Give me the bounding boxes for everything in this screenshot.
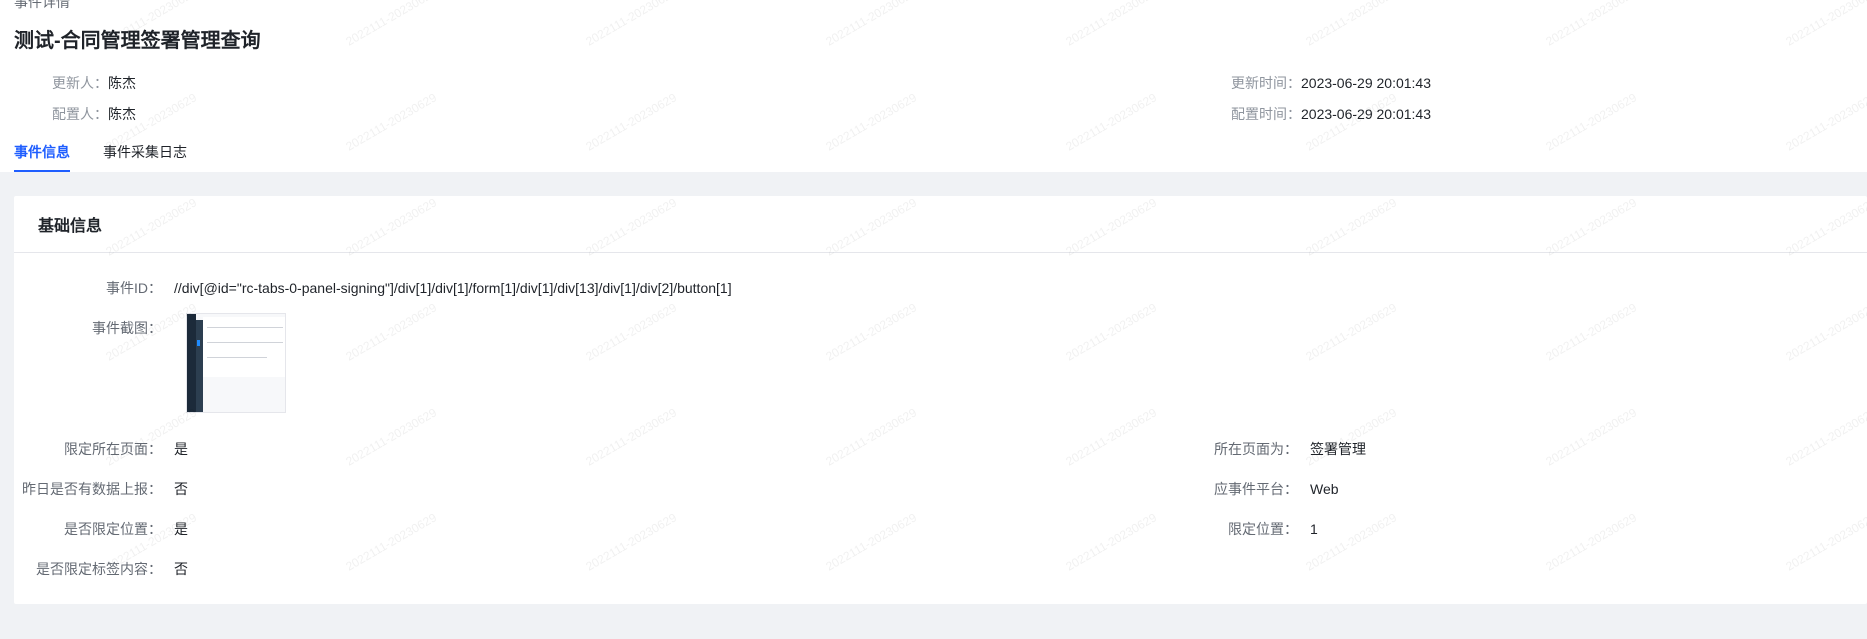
- field-label: 应事件平台：: [1214, 481, 1298, 497]
- field-value: 否: [174, 481, 188, 497]
- event-id-field: 事件ID： //div[@id="rc-tabs-0-panel-signing…: [14, 278, 732, 298]
- tab-bar: 事件信息 事件采集日志: [14, 142, 220, 172]
- field-label: 限定位置：: [1228, 521, 1298, 537]
- thumb-line: [207, 342, 283, 343]
- field-value: 是: [174, 441, 188, 457]
- updater-row: 更新人：陈杰: [52, 73, 136, 93]
- right-field-2: 限定位置： 1: [1150, 519, 1318, 539]
- breadcrumb[interactable]: 事件详情: [14, 0, 70, 12]
- field-value: 签署管理: [1310, 441, 1366, 457]
- configurer-label: 配置人：: [52, 106, 108, 122]
- updated-time-row: 更新时间：2023-06-29 20:01:43: [1231, 73, 1431, 93]
- field-label: 限定所在页面：: [64, 441, 162, 457]
- tab-event-log[interactable]: 事件采集日志: [103, 142, 187, 172]
- thumb-subsidebar: [196, 320, 203, 412]
- field-label: 是否限定位置：: [64, 521, 162, 537]
- field-label: 是否限定标签内容：: [36, 561, 162, 577]
- configurer-value: 陈杰: [108, 106, 136, 122]
- tab-event-info[interactable]: 事件信息: [14, 142, 70, 172]
- right-field-1: 应事件平台： Web: [1150, 479, 1339, 499]
- left-field-3: 是否限定标签内容： 否: [14, 559, 188, 579]
- configured-time-value: 2023-06-29 20:01:43: [1301, 106, 1431, 122]
- thumb-sidebar: [187, 314, 196, 412]
- page-title: 测试-合同管理签署管理查询: [14, 30, 261, 52]
- page-header: 事件详情 测试-合同管理签署管理查询 更新人：陈杰 配置人：陈杰 更新时间：20…: [0, 0, 1867, 172]
- event-id-value: //div[@id="rc-tabs-0-panel-signing"]/div…: [174, 280, 732, 296]
- left-field-0: 限定所在页面： 是: [14, 439, 188, 459]
- screenshot-field: 事件截图：: [14, 318, 174, 338]
- right-field-0: 所在页面为： 签署管理: [1150, 439, 1366, 459]
- thumb-accent: [197, 340, 200, 346]
- configured-time-label: 配置时间：: [1231, 106, 1301, 122]
- field-value: Web: [1310, 481, 1339, 497]
- updated-time-label: 更新时间：: [1231, 75, 1301, 91]
- left-field-2: 是否限定位置： 是: [14, 519, 188, 539]
- thumb-line: [207, 357, 267, 358]
- updater-value: 陈杰: [108, 75, 136, 91]
- card-title: 基础信息: [38, 218, 103, 235]
- field-value: 1: [1310, 521, 1318, 537]
- left-field-1: 昨日是否有数据上报： 否: [14, 479, 188, 499]
- updater-label: 更新人：: [52, 75, 108, 91]
- basic-info-card: 基础信息 事件ID： //div[@id="rc-tabs-0-panel-si…: [14, 196, 1867, 604]
- thumb-line: [207, 327, 283, 328]
- event-screenshot-thumbnail[interactable]: [186, 313, 286, 413]
- thumb-page: [203, 317, 285, 377]
- field-value: 否: [174, 561, 188, 577]
- card-header: 基础信息: [14, 196, 1867, 253]
- configurer-row: 配置人：陈杰: [52, 104, 136, 124]
- field-label: 所在页面为：: [1214, 441, 1298, 457]
- updated-time-value: 2023-06-29 20:01:43: [1301, 75, 1431, 91]
- configured-time-row: 配置时间：2023-06-29 20:01:43: [1231, 104, 1431, 124]
- field-label: 昨日是否有数据上报：: [22, 481, 162, 497]
- field-value: 是: [174, 521, 188, 537]
- event-id-label: 事件ID：: [106, 280, 162, 296]
- screenshot-label: 事件截图：: [92, 320, 162, 336]
